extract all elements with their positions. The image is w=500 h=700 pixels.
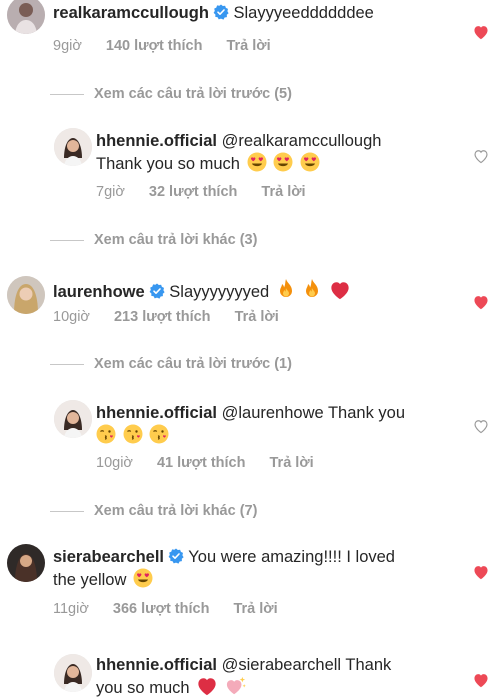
view-more-replies-button[interactable]: Xem câu trả lời khác (7) [50,503,257,519]
view-previous-replies-button[interactable]: Xem các câu trả lời trước (5) [50,86,292,102]
comment-meta: 10giờ 213 lượt thích Trả lời [53,309,299,325]
comment-meta: 11giờ 366 lượt thích Trả lời [53,601,298,617]
username[interactable]: hhennie.official [96,404,217,422]
view-previous-replies-button[interactable]: Xem các câu trả lời trước (1) [50,356,292,372]
comment-text-cont: the yellow [53,571,127,589]
username[interactable]: realkaramccullough [53,4,209,22]
comment-meta: 10giờ 41 lượt thích Trả lời [96,455,334,471]
avatar[interactable] [7,276,45,314]
mention[interactable]: @laurenhowe [222,404,324,422]
likes-count[interactable]: 213 lượt thích [114,309,211,325]
avatar[interactable] [54,128,92,166]
heart-eyes-icon [273,152,293,172]
red-heart-icon [329,280,351,300]
comment-meta: 9giờ 140 lượt thích Trả lời [53,38,291,54]
divider-line [50,510,84,512]
divider-line [50,93,84,95]
avatar[interactable] [54,400,92,438]
red-heart-icon [196,676,218,696]
divider-line [50,363,84,365]
likes-count[interactable]: 366 lượt thích [113,601,210,617]
heart-eyes-icon [300,152,320,172]
username[interactable]: hhennie.official [96,132,217,150]
verified-icon [168,548,184,564]
comment-time: 9giờ [53,38,82,54]
comment-text: Thank you [327,404,406,422]
heart-filled-icon[interactable] [472,24,490,40]
comment-body: hhennie.official @sierabearchell Thank y… [96,654,466,699]
comment-text: Thank [345,656,392,674]
comment-text: You were amazing!!!! I loved [188,548,395,566]
comment-text-cont: you so much [96,679,190,697]
avatar[interactable] [54,654,92,692]
comment-body: realkaramccullough Slayyyeeddddddee [53,2,374,24]
reply-button[interactable]: Trả lời [235,309,279,325]
reply-button[interactable]: Trả lời [233,601,277,617]
kissing-face-icon [149,424,169,444]
heart-filled-icon[interactable] [472,672,490,688]
avatar[interactable] [7,544,45,582]
username[interactable]: hhennie.official [96,656,217,674]
kissing-face-icon [96,424,116,444]
view-more-replies-button[interactable]: Xem câu trả lời khác (3) [50,232,257,248]
comment-time: 10giờ [53,309,90,325]
username[interactable]: laurenhowe [53,283,145,301]
likes-count[interactable]: 41 lượt thích [157,455,246,471]
avatar[interactable] [7,0,45,34]
mention[interactable]: @realkaramccullough [222,132,382,150]
heart-filled-icon[interactable] [472,564,490,580]
view-more-label: Xem câu trả lời khác (3) [94,232,258,248]
comment-time: 10giờ [96,455,133,471]
view-more-label: Xem câu trả lời khác (7) [94,503,258,519]
reply-button[interactable]: Trả lời [270,455,314,471]
sparkling-heart-icon [225,676,247,696]
comment-time: 11giờ [53,601,89,617]
verified-icon [213,4,229,20]
verified-icon [149,283,165,299]
reply-button[interactable]: Trả lời [261,184,305,200]
comment-body: hhennie.official @realkaramccullough Tha… [96,130,381,175]
comment-time: 7giờ [96,184,125,200]
username[interactable]: sierabearchell [53,548,164,566]
likes-count[interactable]: 32 lượt thích [149,184,238,200]
view-previous-label: Xem các câu trả lời trước (1) [94,356,292,372]
comment-text: Slayyyyyyyed [169,283,270,301]
comment-body: hhennie.official @laurenhowe Thank you [96,402,405,447]
heart-outline-icon[interactable] [472,418,490,434]
reply-button[interactable]: Trả lời [226,38,270,54]
comment-body: sierabearchell You were amazing!!!! I lo… [53,546,443,591]
comment-text: Slayyyeeddddddee [233,4,374,22]
fire-icon [276,278,296,300]
mention[interactable]: @sierabearchell [222,656,341,674]
likes-count[interactable]: 140 lượt thích [106,38,203,54]
view-previous-label: Xem các câu trả lời trước (5) [94,86,292,102]
comment-meta: 7giờ 32 lượt thích Trả lời [96,184,326,200]
heart-outline-icon[interactable] [472,148,490,164]
heart-filled-icon[interactable] [472,294,490,310]
fire-icon [302,278,322,300]
heart-eyes-icon [133,568,153,588]
kissing-face-icon [123,424,143,444]
heart-eyes-icon [247,152,267,172]
comment-text: Thank you so much [96,155,240,173]
comment-body: laurenhowe Slayyyyyyyed [53,278,351,303]
divider-line [50,239,84,241]
